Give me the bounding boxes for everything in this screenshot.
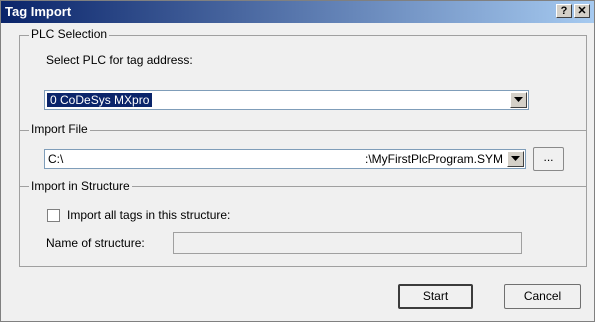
import-structure-group-label: Import in Structure [29,179,132,193]
import-file-divider [20,130,586,131]
import-all-tags-checkbox[interactable] [47,209,60,222]
structure-name-label: Name of structure: [46,236,145,250]
dialog-body: PLC Selection Select PLC for tag address… [1,23,594,321]
browse-button[interactable]: ... [533,147,564,171]
plc-selection-group-label: PLC Selection [29,27,110,41]
import-file-dropdown[interactable]: C:\ :\MyFirstPlcProgram.SYM [44,149,526,169]
file-path-start: C:\ [48,152,64,166]
file-path-end: :\MyFirstPlcProgram.SYM [364,152,503,166]
dialog-title: Tag Import [5,4,72,19]
plc-select-dropdown[interactable]: 0 CoDeSys MXpro [44,90,529,110]
select-plc-label: Select PLC for tag address: [46,53,193,67]
import-all-tags-label: Import all tags in this structure: [67,208,231,222]
cancel-button[interactable]: Cancel [504,284,581,309]
chevron-down-icon[interactable] [507,151,524,167]
chevron-down-icon[interactable] [510,92,527,108]
tag-import-dialog: Tag Import ? ✕ PLC Selection Select PLC … [0,0,595,322]
help-button[interactable]: ? [556,4,572,18]
plc-selected-value: 0 CoDeSys MXpro [47,93,153,107]
close-button[interactable]: ✕ [574,4,590,18]
title-bar[interactable]: Tag Import ? ✕ [1,1,594,23]
import-file-group-label: Import File [29,122,90,136]
structure-name-field[interactable] [173,232,522,254]
start-button[interactable]: Start [398,284,473,309]
